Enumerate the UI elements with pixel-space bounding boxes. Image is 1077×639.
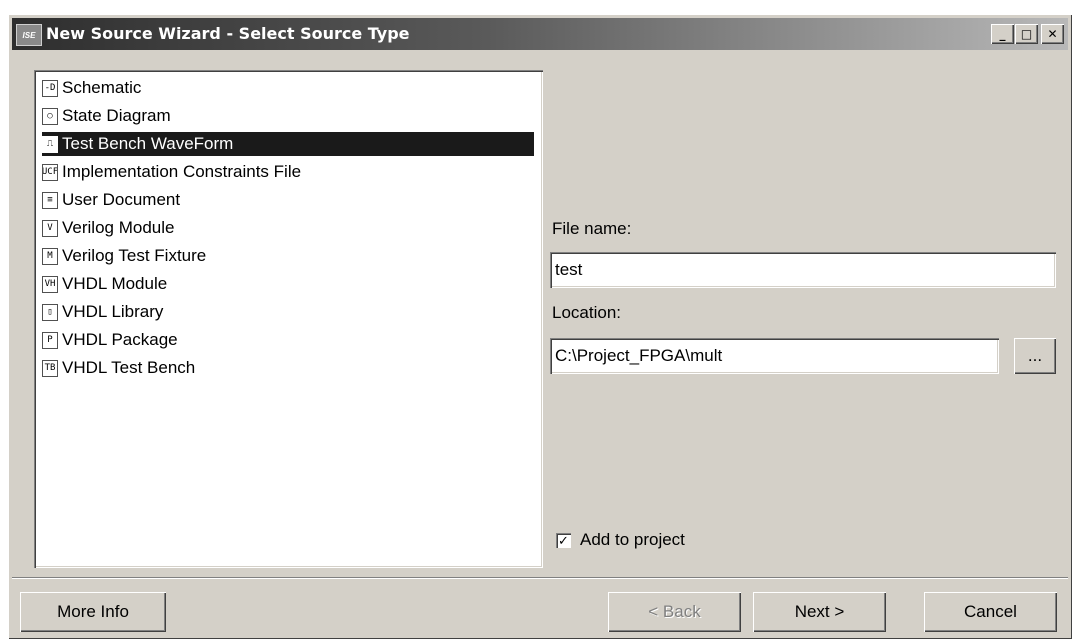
source-type-item[interactable]: P VHDL Package xyxy=(42,328,534,352)
source-type-label: User Document xyxy=(62,190,181,209)
source-type-label: VHDL Test Bench xyxy=(62,358,196,377)
close-button[interactable]: ✕ xyxy=(1041,24,1064,44)
source-type-item[interactable]: ≡ User Document xyxy=(42,188,534,212)
source-type-label: Schematic xyxy=(62,78,142,97)
verilog-module-icon: V xyxy=(42,219,58,237)
source-type-item[interactable]: UCF Implementation Constraints File xyxy=(42,160,534,184)
schematic-icon: -D xyxy=(42,79,58,97)
source-type-item[interactable]: V Verilog Module xyxy=(42,216,534,240)
source-type-item[interactable]: VH VHDL Module xyxy=(42,272,534,296)
add-to-project-option[interactable]: ✓ Add to project xyxy=(556,530,685,550)
waveform-icon: ⎍ xyxy=(42,135,58,153)
back-button[interactable]: < Back xyxy=(608,592,741,632)
vhdl-testbench-icon: TB xyxy=(42,359,58,377)
title-bar[interactable]: ISE New Source Wizard - Select Source Ty… xyxy=(12,18,1068,50)
source-type-item[interactable]: ⎍ Test Bench WaveForm xyxy=(42,132,534,156)
document-icon: ≡ xyxy=(42,191,58,209)
constraints-file-icon: UCF xyxy=(42,163,58,181)
state-diagram-icon: ○ xyxy=(42,107,58,125)
source-type-label: VHDL Module xyxy=(62,274,168,293)
source-type-label: Test Bench WaveForm xyxy=(62,134,234,153)
source-type-label: VHDL Package xyxy=(62,330,178,349)
new-source-wizard-window: ISE New Source Wizard - Select Source Ty… xyxy=(8,14,1072,639)
more-info-button[interactable]: More Info xyxy=(20,592,166,632)
vhdl-module-icon: VH xyxy=(42,275,58,293)
verilog-fixture-icon: M xyxy=(42,247,58,265)
source-type-label: Implementation Constraints File xyxy=(62,162,302,181)
vhdl-library-icon: ▯ xyxy=(42,303,58,321)
source-type-item[interactable]: -D Schematic xyxy=(42,76,534,100)
source-type-label: VHDL Library xyxy=(62,302,164,321)
source-type-item[interactable]: M Verilog Test Fixture xyxy=(42,244,534,268)
footer-separator xyxy=(12,577,1068,579)
ise-app-icon: ISE xyxy=(16,24,42,46)
file-name-label: File name: xyxy=(552,219,632,238)
location-label: Location: xyxy=(552,303,621,322)
source-type-list[interactable]: -D Schematic ○ State Diagram ⎍ Test Bench Wav… xyxy=(34,70,543,568)
window-title: New Source Wizard - Select Source Type xyxy=(46,24,410,43)
source-type-label: Verilog Test Fixture xyxy=(62,246,207,265)
source-type-item[interactable]: ○ State Diagram xyxy=(42,104,534,128)
source-type-label: Verilog Module xyxy=(62,218,175,237)
source-type-item[interactable]: ▯ VHDL Library xyxy=(42,300,534,324)
next-button[interactable]: Next > xyxy=(753,592,886,632)
add-to-project-checkbox[interactable]: ✓ xyxy=(556,532,571,548)
file-name-input[interactable]: test xyxy=(550,252,1056,288)
location-input[interactable]: C:\Project_FPGA\mult xyxy=(550,338,999,374)
browse-button[interactable]: ... xyxy=(1014,338,1056,374)
vhdl-package-icon: P xyxy=(42,331,58,349)
maximize-button[interactable]: □ xyxy=(1015,24,1038,44)
cancel-button[interactable]: Cancel xyxy=(924,592,1057,632)
source-type-label: State Diagram xyxy=(62,106,171,125)
source-type-item[interactable]: TB VHDL Test Bench xyxy=(42,356,534,380)
add-to-project-label: Add to project xyxy=(580,530,685,549)
minimize-button[interactable]: _ xyxy=(991,24,1014,44)
